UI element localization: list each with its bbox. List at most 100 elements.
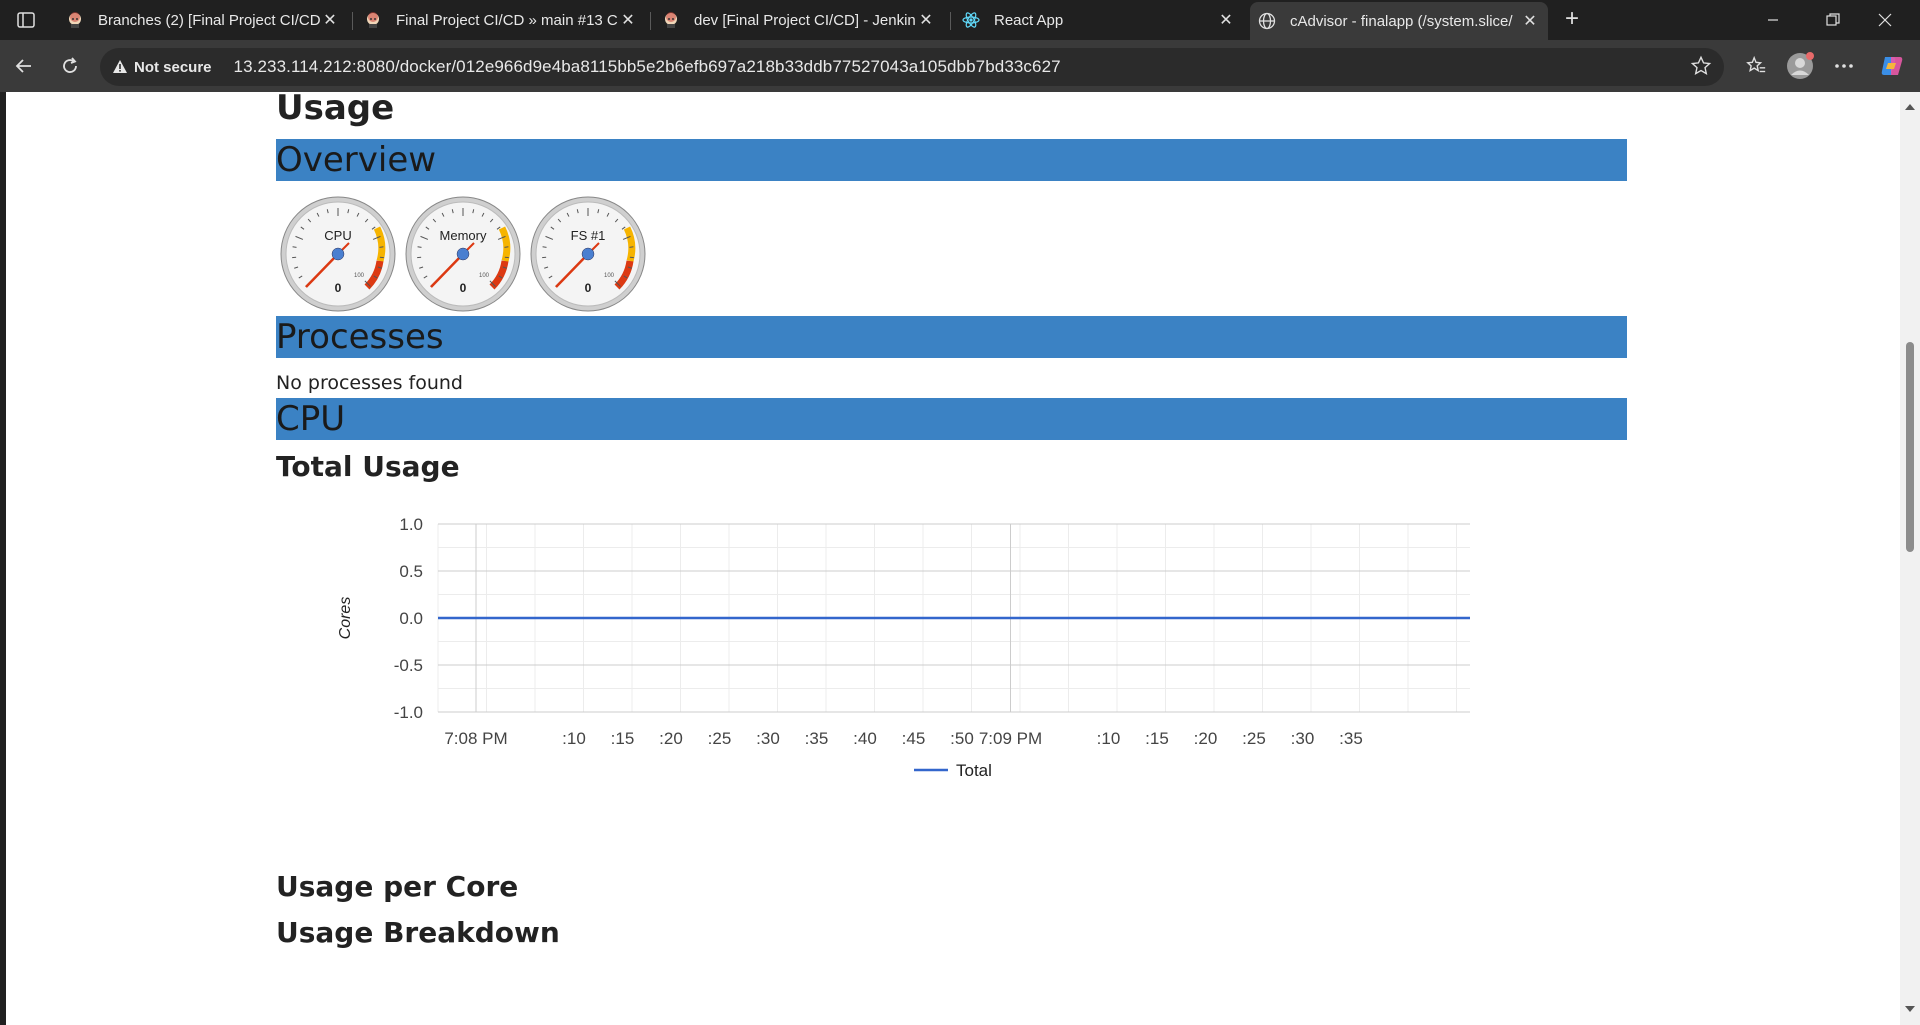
- gauge-value: 0: [460, 281, 467, 295]
- favorites-icon[interactable]: [1740, 50, 1772, 82]
- tab-branches[interactable]: Branches (2) [Final Project CI/CD] ✕: [58, 4, 348, 36]
- globe-icon: [1258, 12, 1276, 30]
- gauge-tick: [542, 246, 547, 248]
- fs-gauge: FS #1 0 100: [529, 195, 647, 313]
- total-usage-chart-svg: 1.0 0.5 0.0 -0.5 -1.0 7:08 PM :10 :15 :20 :25 :30…: [337, 515, 1470, 780]
- tab-title: cAdvisor - finalapp (/system.slice/: [1290, 12, 1513, 30]
- usage-per-core-heading: Usage per Core: [276, 870, 519, 903]
- tab-title: Branches (2) [Final Project CI/CD]: [98, 11, 320, 29]
- x-tick-label: :10: [1097, 729, 1121, 748]
- tab-divider: [950, 12, 951, 30]
- processes-empty-note: No processes found: [276, 372, 463, 394]
- tab-title: React App: [994, 11, 1064, 29]
- tab-dev[interactable]: dev [Final Project CI/CD] - Jenkins ✕: [654, 4, 944, 36]
- vertical-scrollbar[interactable]: [1900, 92, 1920, 1025]
- gauge-max-label: 100: [354, 273, 365, 279]
- y-tick-label: -1.0: [394, 703, 423, 722]
- jenkins-icon: [367, 12, 379, 28]
- tab-divider: [650, 12, 651, 30]
- gauge-tick: [504, 246, 509, 248]
- legend-label-total: Total: [956, 761, 992, 780]
- usage-breakdown-heading: Usage Breakdown: [276, 916, 560, 949]
- tab-actions-icon[interactable]: [12, 8, 40, 32]
- warning-icon[interactable]: [112, 59, 128, 75]
- close-icon[interactable]: ✕: [1520, 11, 1540, 31]
- tab-cadvisor[interactable]: cAdvisor - finalapp (/system.slice/ ✕: [1250, 2, 1548, 40]
- usage-heading: Usage: [276, 92, 395, 128]
- close-icon[interactable]: ✕: [320, 10, 340, 30]
- gauge-max-label: 100: [479, 273, 490, 279]
- x-tick-label: :30: [1291, 729, 1315, 748]
- x-tick-label: :50: [950, 729, 974, 748]
- scroll-down-arrow-icon[interactable]: [1905, 1006, 1915, 1012]
- page-viewport: Usage Overview CPU 0 100 Memory 0 100 FS…: [6, 92, 1900, 1025]
- y-tick-label: 1.0: [399, 515, 423, 534]
- x-tick-label: :10: [562, 729, 586, 748]
- gauge-tick: [417, 246, 422, 248]
- favorite-star-icon[interactable]: [1690, 55, 1712, 82]
- url-text[interactable]: 13.233.114.212:8080/docker/012e966d9e4ba…: [234, 57, 1061, 77]
- overview-header: Overview: [276, 139, 1627, 181]
- react-icon: [962, 12, 980, 28]
- tab-react-app[interactable]: React App ✕: [954, 4, 1244, 36]
- y-tick-label: 0.5: [399, 562, 423, 581]
- gauge-tick: [292, 246, 297, 248]
- gauge-label: CPU: [324, 228, 351, 243]
- gauge-tick: [379, 246, 384, 248]
- gauge-tick: [629, 246, 634, 248]
- gauge-value: 0: [585, 281, 592, 295]
- minimize-icon[interactable]: [1750, 6, 1796, 34]
- x-tick-label: :25: [1242, 729, 1266, 748]
- x-tick-label: :30: [756, 729, 780, 748]
- tab-divider: [352, 12, 353, 30]
- x-tick-label: :40: [853, 729, 877, 748]
- y-tick-label: -0.5: [394, 656, 423, 675]
- gauge-label: Memory: [440, 228, 487, 243]
- restore-icon[interactable]: [1810, 6, 1856, 34]
- scrollbar-thumb[interactable]: [1906, 342, 1914, 552]
- memory-gauge: Memory 0 100: [404, 195, 522, 313]
- x-tick-label: 7:09 PM: [979, 729, 1042, 748]
- x-tick-label: :35: [1339, 729, 1363, 748]
- cpu-title: CPU: [276, 399, 346, 439]
- security-label[interactable]: Not secure: [134, 59, 212, 76]
- tab-title: dev [Final Project CI/CD] - Jenkins: [694, 11, 916, 29]
- x-tick-label: :20: [1194, 729, 1218, 748]
- jenkins-icon: [665, 12, 677, 28]
- x-tick-label: :15: [611, 729, 635, 748]
- x-tick-label: :45: [902, 729, 926, 748]
- copilot-icon[interactable]: [1876, 50, 1908, 82]
- close-icon[interactable]: ✕: [916, 10, 936, 30]
- back-icon[interactable]: [8, 50, 40, 82]
- gauge-max-label: 100: [604, 273, 615, 279]
- cpu-gauge: CPU 0 100: [279, 195, 397, 313]
- scroll-up-arrow-icon[interactable]: [1905, 104, 1915, 110]
- overview-title: Overview: [276, 140, 437, 180]
- x-tick-label: :20: [659, 729, 683, 748]
- tab-bar: Branches (2) [Final Project CI/CD] ✕ Fin…: [0, 0, 1920, 40]
- processes-title: Processes: [276, 317, 444, 357]
- profile-avatar-icon[interactable]: [1784, 50, 1816, 82]
- gauge-value: 0: [335, 281, 342, 295]
- y-tick-label: 0.0: [399, 609, 423, 628]
- gauge-label: FS #1: [571, 228, 606, 243]
- cpu-header: CPU: [276, 398, 1627, 440]
- processes-header: Processes: [276, 316, 1627, 358]
- new-tab-button[interactable]: +: [1558, 6, 1586, 34]
- address-toolbar: Not secure 13.233.114.212:8080/docker/01…: [0, 40, 1920, 92]
- more-options-icon[interactable]: [1828, 50, 1860, 82]
- x-tick-label: :35: [805, 729, 829, 748]
- y-axis-label: Cores: [337, 597, 354, 640]
- x-tick-label: :25: [708, 729, 732, 748]
- close-icon[interactable]: ✕: [618, 10, 638, 30]
- x-tick-label: :15: [1145, 729, 1169, 748]
- jenkins-icon: [69, 12, 81, 28]
- address-bar[interactable]: Not secure 13.233.114.212:8080/docker/01…: [100, 48, 1724, 86]
- reload-icon[interactable]: [54, 50, 86, 82]
- x-tick-label: 7:08 PM: [444, 729, 507, 748]
- tab-main-build[interactable]: Final Project CI/CD » main #13 Co ✕: [356, 4, 646, 36]
- total-usage-chart: 1.0 0.5 0.0 -0.5 -1.0 7:08 PM :10 :15 :20 :25 :30…: [276, 472, 1627, 852]
- close-window-icon[interactable]: [1862, 6, 1908, 34]
- close-icon[interactable]: ✕: [1216, 10, 1236, 30]
- tab-title: Final Project CI/CD » main #13 Co: [396, 11, 618, 29]
